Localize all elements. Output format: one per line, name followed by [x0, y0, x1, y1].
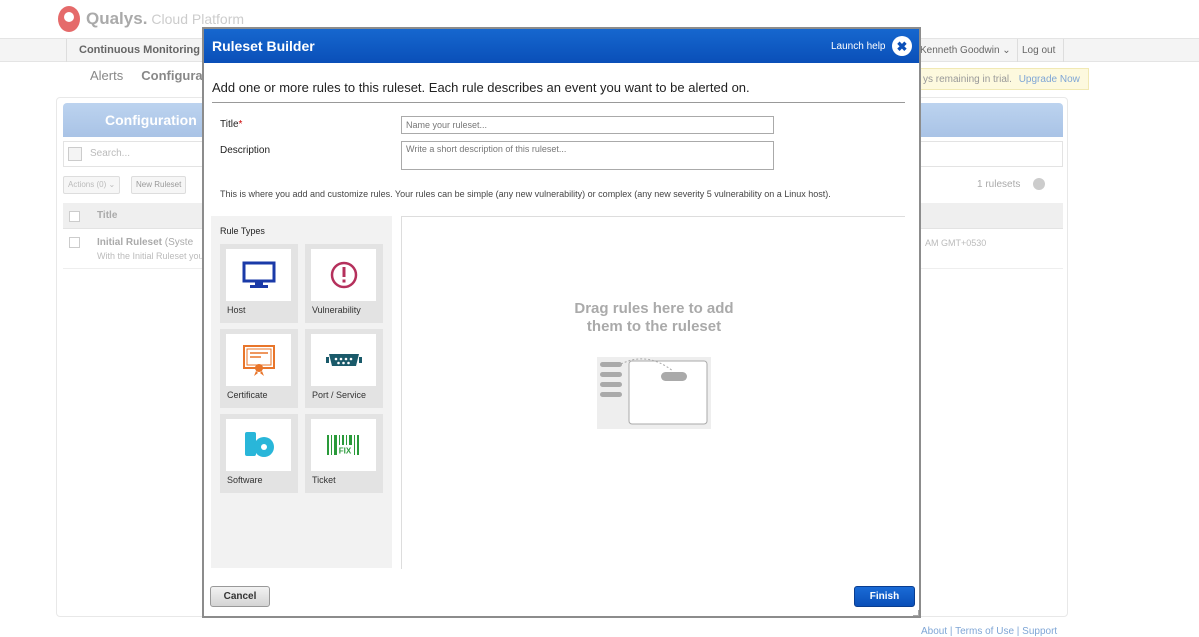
row-timestamp: AM GMT+0530 — [925, 238, 987, 248]
tile-icon-box — [311, 249, 376, 301]
drop-text-line2: them to the ruleset — [586, 318, 722, 335]
tile-label: Ticket — [312, 475, 336, 485]
rule-type-ticket[interactable]: FIX Ticket — [305, 414, 383, 493]
row-description: With the Initial Ruleset you — [97, 251, 204, 261]
module-selector[interactable]: Continuous Monitoring — [66, 39, 213, 62]
cancel-button[interactable]: Cancel — [210, 586, 270, 607]
search-placeholder: Search... — [90, 148, 131, 159]
rule-type-software[interactable]: Software — [220, 414, 298, 493]
select-all-checkbox[interactable] — [69, 211, 80, 222]
logo-text: Qualys. — [86, 9, 148, 28]
rule-types-palette: Rule Types Host Vulnerability Certificat… — [211, 216, 392, 568]
rule-type-port-service[interactable]: Port / Service — [305, 329, 383, 408]
row-title-suffix: (Syste — [164, 237, 194, 248]
monitor-icon — [242, 261, 275, 288]
ruleset-description-input[interactable] — [401, 141, 774, 170]
ruleset-builder-dialog: Ruleset Builder Launch help ✖ Add one or… — [202, 27, 921, 618]
resize-handle-icon[interactable] — [913, 610, 919, 616]
logo-subtext: Cloud Platform — [151, 11, 245, 27]
tile-label: Certificate — [227, 390, 268, 400]
dialog-intro: Add one or more rules to this ruleset. E… — [212, 80, 750, 95]
rule-type-certificate[interactable]: Certificate — [220, 329, 298, 408]
finish-button[interactable]: Finish — [854, 586, 915, 607]
software-disc-icon — [244, 432, 274, 457]
port-icon — [325, 354, 362, 366]
drop-instructions: Drag rules here to add them to the rules… — [402, 300, 906, 336]
drag-drop-illustration-icon — [597, 357, 711, 429]
tab-configuration[interactable]: Configurat — [141, 68, 207, 83]
divider — [212, 102, 905, 103]
row-title: Initial Ruleset (Syste — [97, 237, 193, 248]
actions-label: Actions (0) — [68, 180, 107, 189]
title-label-text: Title — [220, 119, 239, 130]
rule-drop-zone[interactable]: Drag rules here to add them to the rules… — [401, 216, 905, 569]
ruleset-title-input[interactable] — [401, 116, 774, 134]
panel-title: Configuration — [105, 112, 197, 128]
row-title-text: Initial Ruleset — [97, 237, 163, 248]
logout-link[interactable]: Log out — [1014, 39, 1065, 62]
tile-icon-box — [226, 419, 291, 471]
rule-type-vulnerability[interactable]: Vulnerability — [305, 244, 383, 323]
dialog-header: Ruleset Builder Launch help ✖ — [204, 29, 919, 63]
user-name: Kenneth Goodwin — [920, 45, 1000, 56]
gear-icon[interactable] — [1033, 178, 1045, 190]
dialog-title: Ruleset Builder — [212, 38, 315, 54]
certificate-icon — [242, 345, 275, 376]
tile-label: Software — [227, 475, 263, 485]
tile-icon-box — [311, 334, 376, 386]
list-icon — [68, 147, 82, 161]
tile-icon-box — [226, 334, 291, 386]
trial-text: ys remaining in trial. — [923, 74, 1012, 85]
actions-button[interactable]: Actions (0) ⌄ — [63, 176, 121, 194]
column-title[interactable]: Title — [97, 210, 117, 221]
tab-alerts[interactable]: Alerts — [90, 68, 123, 83]
drop-text-line1: Drag rules here to add — [574, 300, 734, 317]
row-checkbox[interactable] — [69, 237, 80, 248]
ruleset-count: 1 rulesets — [977, 179, 1021, 190]
sub-navigation: Alerts Configurat — [90, 68, 207, 83]
close-button[interactable]: ✖ — [892, 36, 912, 56]
new-ruleset-button[interactable]: New Ruleset — [131, 176, 187, 194]
tile-label: Vulnerability — [312, 305, 361, 315]
qualys-logo-icon — [58, 6, 80, 32]
fix-text: FIX — [338, 447, 351, 456]
exclamation-circle-icon — [330, 261, 357, 289]
tile-icon-box — [226, 249, 291, 301]
tile-label: Host — [227, 305, 246, 315]
upgrade-link[interactable]: Upgrade Now — [1019, 74, 1080, 85]
rule-type-host[interactable]: Host — [220, 244, 298, 323]
title-label: Title* — [220, 119, 242, 130]
tile-label: Port / Service — [312, 390, 367, 400]
user-menu[interactable]: Kenneth Goodwin ⌄ — [914, 39, 1018, 62]
required-mark: * — [238, 119, 243, 130]
chevron-down-icon: ⌄ — [1002, 45, 1011, 56]
close-icon: ✖ — [896, 38, 908, 54]
tile-icon-box: FIX — [311, 419, 376, 471]
rules-hint: This is where you add and customize rule… — [220, 189, 831, 199]
launch-help-link[interactable]: Launch help — [831, 41, 886, 52]
barcode-ticket-icon: FIX — [326, 435, 359, 456]
rule-types-label: Rule Types — [220, 226, 265, 236]
trial-banner: ys remaining in trial. Upgrade Now — [914, 68, 1089, 90]
footer-links[interactable]: About | Terms of Use | Support — [921, 626, 1057, 637]
description-label: Description — [220, 145, 271, 156]
